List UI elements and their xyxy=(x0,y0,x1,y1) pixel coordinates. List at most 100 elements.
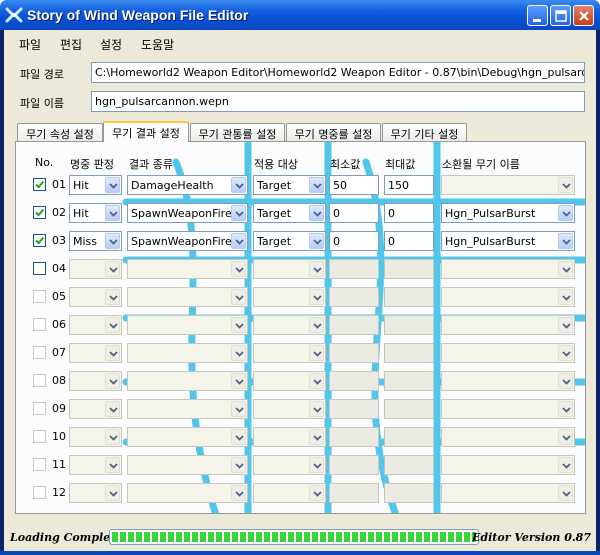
result-combo[interactable]: SpawnWeaponFire xyxy=(127,231,248,251)
min-value-field[interactable] xyxy=(329,455,379,475)
menu-file[interactable]: 파일 xyxy=(19,36,41,53)
title-bar[interactable]: Story of Wind Weapon File Editor xyxy=(0,0,600,30)
menu-help[interactable]: 도움말 xyxy=(141,36,174,53)
chevron-down-icon xyxy=(313,267,322,273)
spawn-weapon-combo[interactable] xyxy=(441,343,575,363)
hit-combo[interactable] xyxy=(69,483,122,503)
min-value-field[interactable] xyxy=(329,399,379,419)
minimize-button[interactable] xyxy=(527,5,548,26)
row-checkbox[interactable] xyxy=(33,262,46,275)
hit-combo[interactable] xyxy=(69,343,122,363)
row-checkbox[interactable] xyxy=(33,318,46,331)
result-combo[interactable]: DamageHealth xyxy=(127,175,248,195)
result-combo[interactable] xyxy=(127,427,248,447)
min-value-field[interactable]: 0 xyxy=(329,231,379,251)
target-combo[interactable] xyxy=(253,343,326,363)
tab-weapon-misc[interactable]: 무기 기타 설정 xyxy=(382,123,467,141)
hit-combo[interactable] xyxy=(69,259,122,279)
hit-combo[interactable] xyxy=(69,455,122,475)
target-combo[interactable] xyxy=(253,371,326,391)
target-combo[interactable] xyxy=(253,399,326,419)
row-checkbox[interactable] xyxy=(33,486,46,499)
target-combo[interactable]: Target xyxy=(253,175,326,195)
row-checkbox[interactable] xyxy=(33,430,46,443)
hit-combo[interactable] xyxy=(69,287,122,307)
result-combo[interactable]: SpawnWeaponFire xyxy=(127,203,248,223)
spawn-weapon-combo[interactable]: Hgn_PulsarBurst xyxy=(441,231,575,251)
tab-weapon-properties[interactable]: 무기 속성 설정 xyxy=(17,123,103,141)
hit-combo[interactable]: Hit xyxy=(69,175,122,195)
spawn-weapon-combo[interactable] xyxy=(441,455,575,475)
spawn-weapon-combo[interactable] xyxy=(441,371,575,391)
spawn-weapon-combo[interactable] xyxy=(441,315,575,335)
result-combo[interactable] xyxy=(127,371,248,391)
spawn-weapon-combo[interactable] xyxy=(441,287,575,307)
max-value-field[interactable] xyxy=(384,343,434,363)
row-checkbox[interactable] xyxy=(33,458,46,471)
max-value-field[interactable]: 0 xyxy=(384,203,434,223)
result-combo[interactable] xyxy=(127,315,248,335)
spawn-weapon-combo[interactable]: Hgn_PulsarBurst xyxy=(441,203,575,223)
hit-combo[interactable]: Hit xyxy=(69,203,122,223)
row-checkbox[interactable] xyxy=(33,374,46,387)
min-value-field[interactable]: 0 xyxy=(329,203,379,223)
target-combo[interactable] xyxy=(253,315,326,335)
row-checkbox[interactable] xyxy=(33,346,46,359)
max-value-field[interactable]: 150 xyxy=(384,175,434,195)
hit-combo[interactable] xyxy=(69,371,122,391)
result-combo[interactable] xyxy=(127,287,248,307)
row-checkbox[interactable] xyxy=(33,206,46,219)
min-value-field[interactable] xyxy=(329,259,379,279)
target-combo[interactable]: Target xyxy=(253,203,326,223)
spawn-weapon-combo[interactable] xyxy=(441,427,575,447)
spawn-weapon-combo[interactable] xyxy=(441,175,575,195)
file-path-field[interactable]: C:\Homeworld2 Weapon Editor\Homeworld2 W… xyxy=(91,62,585,83)
tab-weapon-accuracy[interactable]: 무기 명중률 설정 xyxy=(286,123,381,141)
row-checkbox[interactable] xyxy=(33,290,46,303)
tab-weapon-penetration[interactable]: 무기 관통률 설정 xyxy=(190,123,285,141)
max-value-field[interactable] xyxy=(384,371,434,391)
min-value-field[interactable] xyxy=(329,371,379,391)
target-combo[interactable] xyxy=(253,483,326,503)
file-name-field[interactable]: hgn_pulsarcannon.wepn xyxy=(91,91,585,112)
max-value-field[interactable] xyxy=(384,483,434,503)
max-value-field[interactable] xyxy=(384,259,434,279)
result-combo[interactable] xyxy=(127,343,248,363)
row-checkbox[interactable] xyxy=(33,178,46,191)
hit-combo[interactable] xyxy=(69,427,122,447)
min-value-field[interactable] xyxy=(329,315,379,335)
target-combo[interactable]: Target xyxy=(253,231,326,251)
min-value-field[interactable]: 50 xyxy=(329,175,379,195)
spawn-weapon-combo[interactable] xyxy=(441,483,575,503)
maximize-button[interactable] xyxy=(550,5,571,26)
max-value-field[interactable] xyxy=(384,315,434,335)
min-value-field[interactable] xyxy=(329,427,379,447)
hit-combo[interactable]: Miss xyxy=(69,231,122,251)
result-combo[interactable] xyxy=(127,259,248,279)
target-combo[interactable] xyxy=(253,259,326,279)
menu-settings[interactable]: 설정 xyxy=(100,36,122,53)
target-combo[interactable] xyxy=(253,455,326,475)
max-value-field[interactable] xyxy=(384,399,434,419)
hit-combo[interactable] xyxy=(69,315,122,335)
tab-weapon-results[interactable]: 무기 결과 설정 xyxy=(103,121,189,142)
close-button[interactable] xyxy=(573,5,594,26)
result-combo[interactable] xyxy=(127,483,248,503)
menu-edit[interactable]: 편집 xyxy=(60,36,82,53)
result-combo[interactable] xyxy=(127,399,248,419)
hit-combo[interactable] xyxy=(69,399,122,419)
min-value-field[interactable] xyxy=(329,287,379,307)
target-combo[interactable] xyxy=(253,287,326,307)
min-value-field[interactable] xyxy=(329,343,379,363)
spawn-weapon-combo[interactable] xyxy=(441,399,575,419)
max-value-field[interactable] xyxy=(384,427,434,447)
spawn-weapon-combo[interactable] xyxy=(441,259,575,279)
max-value-field[interactable]: 0 xyxy=(384,231,434,251)
row-checkbox[interactable] xyxy=(33,402,46,415)
min-value-field[interactable] xyxy=(329,483,379,503)
result-combo[interactable] xyxy=(127,455,248,475)
max-value-field[interactable] xyxy=(384,287,434,307)
max-value-field[interactable] xyxy=(384,455,434,475)
row-checkbox[interactable] xyxy=(33,234,46,247)
target-combo[interactable] xyxy=(253,427,326,447)
